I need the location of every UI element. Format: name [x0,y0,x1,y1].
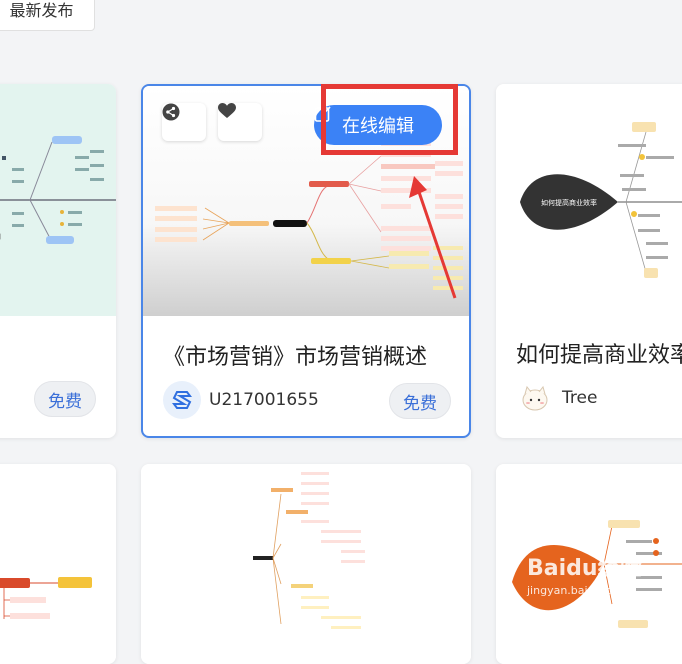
author-info[interactable]: U217001655 [163,381,319,419]
card-title[interactable]: 如何提高商业效率 [516,337,682,369]
watermark-url: jingyan.baidu.com [527,584,629,597]
template-card-1[interactable]: 免费 [0,84,116,438]
author-info[interactable]: Tree [516,379,597,417]
card-4-thumbnail [0,464,116,664]
baidu-watermark: Baidu经验 jingyan.baidu.com [527,550,657,610]
card-3-thumbnail: 如何提高商业效率 [496,84,682,316]
share-button[interactable] [162,103,206,141]
author-avatar [163,381,201,419]
share-icon [162,103,180,121]
mindmap-preview [253,472,365,629]
mindmap-preview [0,577,92,619]
watermark-brand: Baidu经验 [527,556,642,581]
card-5-thumbnail [141,464,471,664]
free-badge: 免费 [389,383,451,419]
author-name: U217001655 [209,390,319,410]
fishbone-mindmap-preview [0,136,116,244]
edit-icon [314,106,331,122]
card-title[interactable]: 《市场营销》市场营销概述 [163,339,427,371]
sort-latest-button[interactable]: 最新发布 [0,0,95,31]
template-card-5[interactable] [141,464,471,664]
business-efficiency-mindmap-preview: 如何提高商业效率 [520,122,682,278]
mindmap-center-label: 如何提高商业效率 [541,198,597,207]
free-badge: 免费 [34,381,96,417]
card-2-thumbnail: 在线编辑 [143,86,469,316]
edit-online-button[interactable]: 在线编辑 [314,105,442,145]
card-1-thumbnail [0,84,116,316]
template-card-2[interactable]: 在线编辑 《市场营销》市场营销概述 U217001655 免费 [141,84,471,438]
author-name: Tree [562,388,598,408]
author-avatar [516,379,554,417]
cat-avatar-icon [522,385,548,411]
template-card-4[interactable] [0,464,116,664]
logo-icon [172,391,192,409]
favorite-button[interactable] [218,103,262,141]
heart-icon [218,103,236,118]
template-card-3[interactable]: 如何提高商业效率 如何提高商业效率 Tree [496,84,682,438]
edit-online-label: 在线编辑 [342,116,414,137]
